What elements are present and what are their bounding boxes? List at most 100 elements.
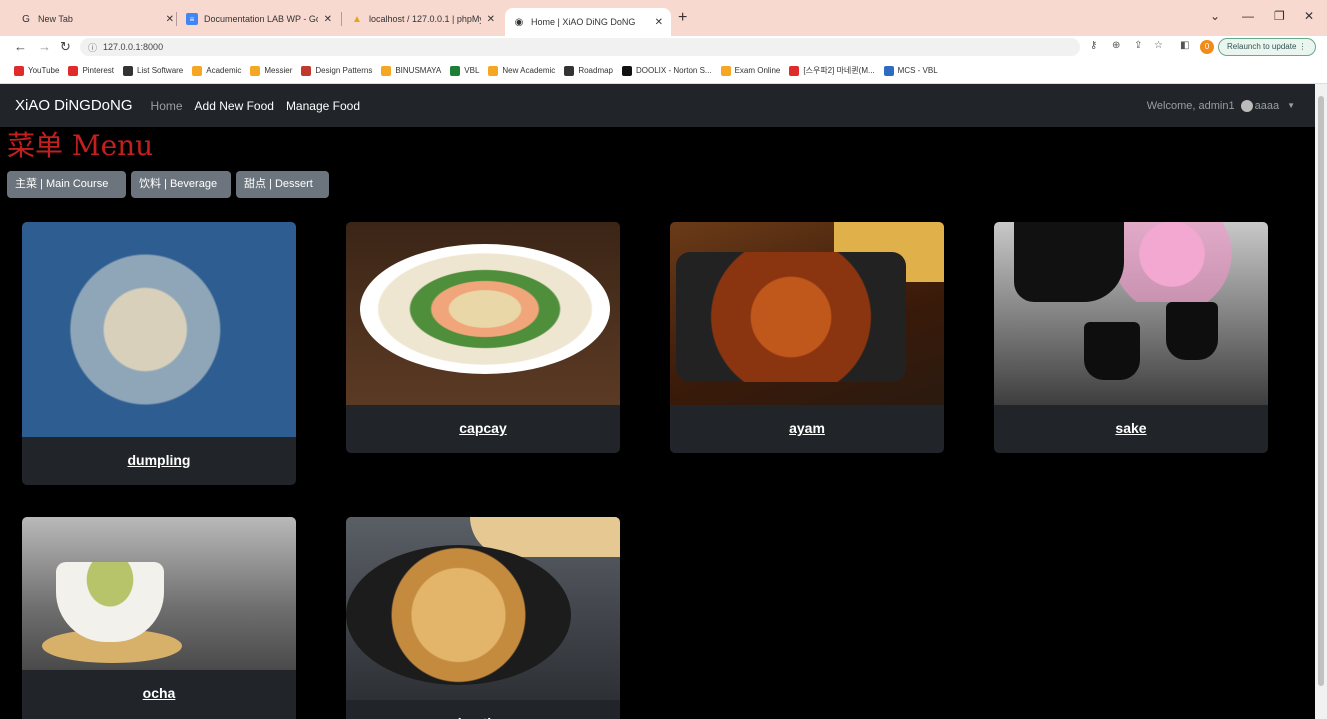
bookmark-item[interactable]: Exam Online (720, 65, 781, 76)
phpmyadmin-icon: ▲ (352, 13, 362, 25)
bookmark-item[interactable]: DOOLIX - Norton S... (622, 65, 712, 76)
profile-avatar[interactable]: 0 (1200, 40, 1214, 54)
tab-title: localhost / 127.0.0.1 | phpMyAd... (369, 14, 481, 24)
bookmark-label: [스우파2] 마네퀸(M... (803, 66, 875, 75)
bookmark-item[interactable]: VBL (450, 65, 480, 76)
food-image-dumpling[interactable] (22, 222, 296, 437)
bookmark-item[interactable]: Roadmap (564, 65, 613, 76)
close-icon[interactable]: ✕ (324, 14, 332, 25)
food-card-ayam[interactable]: ayam (670, 222, 944, 453)
bookmark-item[interactable]: List Software (123, 65, 184, 76)
bookmark-favicon-icon (789, 65, 800, 76)
food-card-dumpling[interactable]: dumpling (22, 222, 296, 485)
tab-separator (341, 12, 342, 26)
sidepanel-icon[interactable]: ◧ (1180, 40, 1189, 51)
bookmark-favicon-icon (192, 65, 203, 76)
food-name-link[interactable]: ayam (670, 405, 944, 451)
tab-title: New Tab (38, 14, 73, 24)
food-name-link[interactable]: capcay (346, 405, 620, 451)
bookmark-item[interactable]: BINUSMAYA (381, 65, 442, 76)
url-text: 127.0.0.1:8000 (103, 42, 164, 52)
category-main-course-button[interactable]: 主菜 | Main Course (7, 171, 126, 198)
food-image-bapting[interactable] (346, 517, 620, 700)
bookmark-item[interactable]: Messier (250, 65, 293, 76)
bookmark-label: Roadmap (578, 66, 613, 75)
bookmark-label: Messier (264, 66, 293, 75)
category-dessert-button[interactable]: 甜点 | Dessert (236, 171, 329, 198)
bookmark-item[interactable]: Academic (192, 65, 242, 76)
close-icon[interactable]: ✕ (655, 17, 663, 28)
forward-icon[interactable]: → (38, 39, 51, 54)
reload-icon[interactable]: ↻ (60, 39, 71, 55)
welcome-text: Welcome, admin1 (1146, 99, 1235, 112)
bookmark-item[interactable]: [스우파2] 마네퀸(M... (789, 65, 875, 76)
food-image-sake[interactable] (994, 222, 1268, 405)
close-icon[interactable]: ✕ (166, 14, 174, 25)
bookmark-item[interactable]: MCS - VBL (883, 65, 938, 76)
tab-search-icon[interactable]: ⌄ (1210, 9, 1220, 23)
bookmark-favicon-icon (123, 65, 134, 76)
zoom-icon[interactable]: ⊕ (1112, 40, 1120, 51)
bookmark-star-icon[interactable]: ☆ (1154, 40, 1163, 51)
globe-icon: ◉ (514, 16, 524, 28)
info-icon[interactable]: ⓘ (88, 41, 97, 54)
docs-icon: ≡ (186, 13, 198, 25)
bookmark-item[interactable]: Design Patterns (301, 65, 372, 76)
user-dropdown[interactable]: Welcome, admin1 aaaa ▼ (1147, 84, 1295, 127)
bookmark-favicon-icon (883, 65, 894, 76)
maximize-icon[interactable]: ❐ (1274, 9, 1285, 23)
bookmark-label: DOOLIX - Norton S... (636, 66, 712, 75)
food-card-bapting[interactable]: bapting (346, 517, 620, 719)
tab-new-tab[interactable]: G New Tab ✕ (12, 6, 182, 32)
food-card-capcay[interactable]: capcay (346, 222, 620, 453)
chevron-down-icon: ▼ (1287, 101, 1295, 110)
bookmark-label: BINUSMAYA (395, 66, 442, 75)
food-name-link[interactable]: ocha (22, 670, 296, 716)
food-image-ayam[interactable] (670, 222, 944, 405)
bookmark-label: Pinterest (82, 66, 115, 75)
tab-documentation[interactable]: ≡ Documentation LAB WP - Goo... ✕ (178, 6, 340, 32)
bookmark-label: Academic (206, 66, 242, 75)
back-icon[interactable]: ← (14, 39, 27, 54)
tab-separator (176, 12, 177, 26)
bookmark-label: Exam Online (734, 66, 781, 75)
nav-home[interactable]: Home (151, 99, 183, 113)
bookmarks-bar: YouTube Pinterest List Software Academic Mes… (0, 58, 1327, 84)
close-icon[interactable]: ✕ (487, 14, 495, 25)
scrollbar-thumb[interactable] (1318, 96, 1324, 686)
bookmark-label: List Software (137, 66, 184, 75)
key-icon[interactable]: ⚷ (1090, 40, 1097, 51)
site-navbar: XiAO DiNGDoNG Home Add New Food Manage F… (0, 84, 1315, 127)
food-name-link[interactable]: dumpling (22, 437, 296, 483)
bookmark-item[interactable]: Pinterest (68, 65, 115, 76)
bookmark-favicon-icon (488, 65, 499, 76)
food-image-ocha[interactable] (22, 517, 296, 670)
share-icon[interactable]: ⇪ (1134, 40, 1142, 51)
food-name-link[interactable]: bapting (346, 700, 620, 719)
food-card-ocha[interactable]: ocha (22, 517, 296, 719)
food-image-capcay[interactable] (346, 222, 620, 405)
nav-add-new-food[interactable]: Add New Food (195, 99, 274, 113)
brand-logo[interactable]: XiAO DiNGDoNG (15, 97, 133, 114)
bottle-graphic (1014, 222, 1124, 302)
food-name-link[interactable]: sake (994, 405, 1268, 451)
page-scrollbar[interactable] (1315, 84, 1327, 719)
bookmark-favicon-icon (564, 65, 575, 76)
blossom-graphic (1108, 222, 1268, 302)
tab-title: Home | XiAO DiNG DoNG (531, 17, 636, 27)
plate-graphic (346, 545, 571, 685)
minimize-icon[interactable]: — (1242, 9, 1254, 23)
tab-home-active[interactable]: ◉ Home | XiAO DiNG DoNG ✕ (505, 8, 671, 36)
window-close-icon[interactable]: ✕ (1304, 9, 1314, 23)
bookmark-label: VBL (464, 66, 480, 75)
bookmark-item[interactable]: New Academic (488, 65, 555, 76)
tab-phpmyadmin[interactable]: ▲ localhost / 127.0.0.1 | phpMyAd... ✕ (343, 6, 503, 32)
bookmark-item[interactable]: YouTube (14, 65, 59, 76)
nav-manage-food[interactable]: Manage Food (286, 99, 360, 113)
url-bar[interactable]: ⓘ 127.0.0.1:8000 (80, 38, 1080, 56)
new-tab-button[interactable]: + (678, 9, 687, 27)
relaunch-button[interactable]: Relaunch to update ⋮ (1218, 38, 1316, 56)
category-beverage-button[interactable]: 饮料 | Beverage (131, 171, 231, 198)
bookmark-favicon-icon (381, 65, 392, 76)
food-card-sake[interactable]: sake (994, 222, 1268, 453)
